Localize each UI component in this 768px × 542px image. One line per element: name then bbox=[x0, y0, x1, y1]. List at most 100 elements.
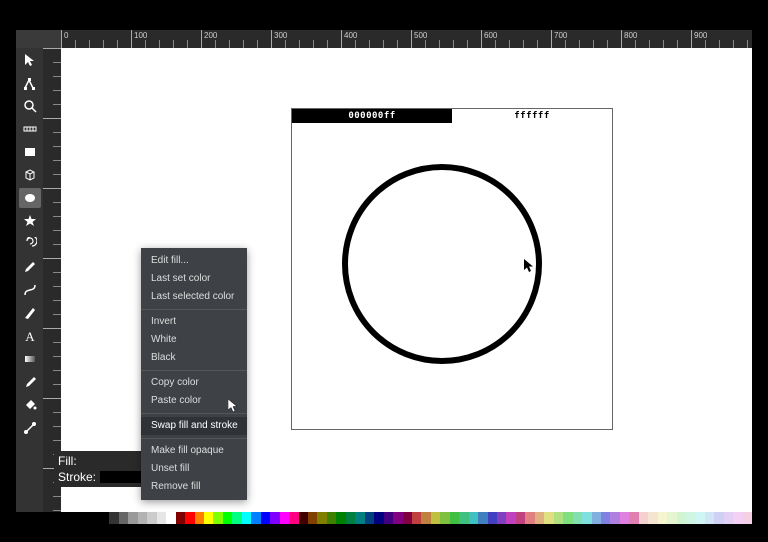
palette-swatch[interactable] bbox=[714, 512, 723, 524]
gradient-tool[interactable] bbox=[19, 349, 41, 369]
palette-swatch[interactable] bbox=[582, 512, 591, 524]
menu-item[interactable]: Paste color bbox=[141, 392, 247, 410]
calligraphy-tool[interactable] bbox=[19, 303, 41, 323]
text-tool[interactable]: A bbox=[19, 326, 41, 346]
palette-swatch[interactable] bbox=[412, 512, 421, 524]
palette-swatch[interactable] bbox=[677, 512, 686, 524]
palette-swatch[interactable] bbox=[488, 512, 497, 524]
palette-swatch[interactable] bbox=[610, 512, 619, 524]
connector-tool[interactable] bbox=[19, 418, 41, 438]
shape-circle[interactable] bbox=[342, 164, 542, 364]
palette-swatch[interactable] bbox=[109, 512, 118, 524]
palette-swatch[interactable] bbox=[563, 512, 572, 524]
node-tool[interactable] bbox=[19, 73, 41, 93]
rect-tool[interactable] bbox=[19, 142, 41, 162]
menu-item[interactable]: Last set color bbox=[141, 270, 247, 288]
palette-swatch[interactable] bbox=[261, 512, 270, 524]
palette-swatch[interactable] bbox=[705, 512, 714, 524]
palette-swatch[interactable] bbox=[696, 512, 705, 524]
menu-item[interactable]: Invert bbox=[141, 313, 247, 331]
zoom-tool[interactable] bbox=[19, 96, 41, 116]
palette-swatch[interactable] bbox=[743, 512, 752, 524]
palette-swatch[interactable] bbox=[232, 512, 241, 524]
menu-item[interactable]: Edit fill... bbox=[141, 252, 247, 270]
palette-swatch[interactable] bbox=[535, 512, 544, 524]
palette-swatch[interactable] bbox=[459, 512, 468, 524]
menu-item[interactable]: Swap fill and stroke bbox=[141, 417, 247, 435]
palette-swatch[interactable] bbox=[280, 512, 289, 524]
palette-swatch[interactable] bbox=[544, 512, 553, 524]
palette-swatch[interactable] bbox=[119, 512, 128, 524]
palette-swatch[interactable] bbox=[440, 512, 449, 524]
palette-swatch[interactable] bbox=[469, 512, 478, 524]
menu-item[interactable]: Remove fill bbox=[141, 478, 247, 496]
palette-swatch[interactable] bbox=[384, 512, 393, 524]
menu-item[interactable]: White bbox=[141, 331, 247, 349]
palette-swatch[interactable] bbox=[213, 512, 222, 524]
dropper-tool[interactable] bbox=[19, 372, 41, 392]
palette-swatch[interactable] bbox=[506, 512, 515, 524]
palette-swatch[interactable] bbox=[299, 512, 308, 524]
menu-item[interactable]: Unset fill bbox=[141, 460, 247, 478]
palette-swatch[interactable] bbox=[128, 512, 137, 524]
menu-item[interactable]: Copy color bbox=[141, 374, 247, 392]
palette-swatch[interactable] bbox=[138, 512, 147, 524]
palette-swatch[interactable] bbox=[336, 512, 345, 524]
star-tool[interactable] bbox=[19, 211, 41, 231]
palette-swatch[interactable] bbox=[185, 512, 194, 524]
measure-tool[interactable] bbox=[19, 119, 41, 139]
3dbox-tool[interactable] bbox=[19, 165, 41, 185]
palette-swatch[interactable] bbox=[497, 512, 506, 524]
palette-swatch[interactable] bbox=[195, 512, 204, 524]
palette-swatch[interactable] bbox=[355, 512, 364, 524]
palette-swatch[interactable] bbox=[403, 512, 412, 524]
palette-swatch[interactable] bbox=[573, 512, 582, 524]
palette-swatch[interactable] bbox=[393, 512, 402, 524]
selector-tool[interactable] bbox=[19, 50, 41, 70]
palette-swatch[interactable] bbox=[639, 512, 648, 524]
palette-swatch[interactable] bbox=[223, 512, 232, 524]
palette-swatch[interactable] bbox=[374, 512, 383, 524]
palette-swatch[interactable] bbox=[431, 512, 440, 524]
palette-swatch[interactable] bbox=[317, 512, 326, 524]
pencil-tool[interactable] bbox=[19, 257, 41, 277]
palette-swatch[interactable] bbox=[733, 512, 742, 524]
swatch-white[interactable]: ffffff bbox=[452, 109, 612, 123]
palette-swatch[interactable] bbox=[592, 512, 601, 524]
menu-item[interactable]: Black bbox=[141, 349, 247, 367]
bucket-tool[interactable] bbox=[19, 395, 41, 415]
palette-swatch[interactable] bbox=[686, 512, 695, 524]
palette-swatch[interactable] bbox=[100, 512, 109, 524]
palette-swatch[interactable] bbox=[308, 512, 317, 524]
menu-item[interactable]: Last selected color bbox=[141, 288, 247, 306]
palette-swatch[interactable] bbox=[525, 512, 534, 524]
palette-swatch[interactable] bbox=[242, 512, 251, 524]
palette-swatch[interactable] bbox=[421, 512, 430, 524]
menu-item[interactable]: Make fill opaque bbox=[141, 442, 247, 460]
swatch-black[interactable]: 000000ff bbox=[292, 109, 452, 123]
palette-swatch[interactable] bbox=[450, 512, 459, 524]
palette-swatch[interactable] bbox=[157, 512, 166, 524]
palette-swatch[interactable] bbox=[667, 512, 676, 524]
palette-swatch[interactable] bbox=[724, 512, 733, 524]
palette-swatch[interactable] bbox=[251, 512, 260, 524]
spiral-tool[interactable] bbox=[19, 234, 41, 254]
palette-swatch[interactable] bbox=[270, 512, 279, 524]
palette-swatch[interactable] bbox=[620, 512, 629, 524]
palette-swatch[interactable] bbox=[176, 512, 185, 524]
palette-swatch[interactable] bbox=[658, 512, 667, 524]
palette-swatch[interactable] bbox=[554, 512, 563, 524]
palette-swatch[interactable] bbox=[204, 512, 213, 524]
bezier-tool[interactable] bbox=[19, 280, 41, 300]
ellipse-tool[interactable] bbox=[19, 188, 41, 208]
palette-swatch[interactable] bbox=[648, 512, 657, 524]
palette-swatch[interactable] bbox=[289, 512, 298, 524]
palette-swatch[interactable] bbox=[166, 512, 175, 524]
palette-swatch[interactable] bbox=[147, 512, 156, 524]
palette-swatch[interactable] bbox=[601, 512, 610, 524]
palette-swatch[interactable] bbox=[365, 512, 374, 524]
palette-swatch[interactable] bbox=[516, 512, 525, 524]
palette-swatch[interactable] bbox=[327, 512, 336, 524]
palette-swatch[interactable] bbox=[346, 512, 355, 524]
palette-swatch[interactable] bbox=[478, 512, 487, 524]
